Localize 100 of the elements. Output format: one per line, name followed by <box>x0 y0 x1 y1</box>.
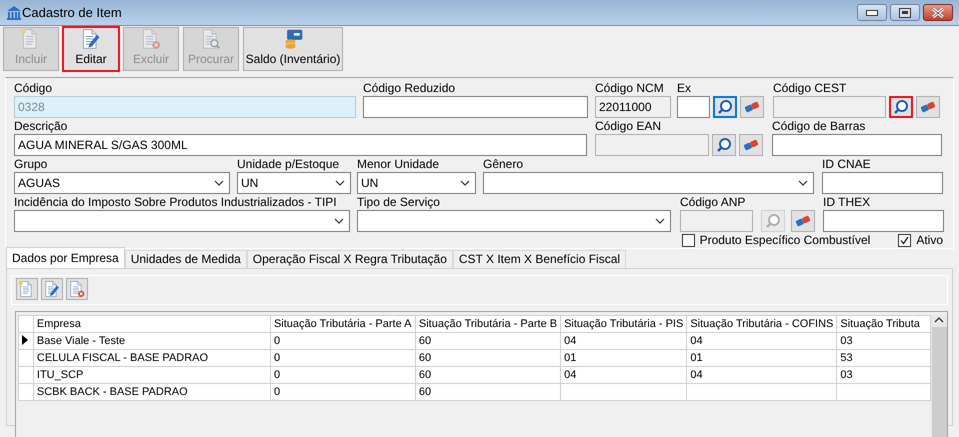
chevron-down-icon <box>214 180 224 186</box>
chevron-up-icon <box>934 315 944 325</box>
table-cell: 0 <box>270 366 416 384</box>
table-cell: 0 <box>270 384 416 400</box>
table-cell: ITU_SCP <box>33 366 270 384</box>
current-row-icon <box>22 334 28 344</box>
chevron-down-icon <box>335 180 345 186</box>
input-field[interactable] <box>772 134 942 156</box>
table-cell: 04 <box>686 332 837 350</box>
eraser-button[interactable] <box>791 210 815 232</box>
close-button[interactable] <box>923 4 953 21</box>
dropdown[interactable] <box>14 210 350 232</box>
checkbox[interactable] <box>898 234 912 246</box>
table-cell: CELULA FISCAL - BASE PADRAO <box>33 350 270 366</box>
input-field[interactable] <box>677 96 710 118</box>
field-label: Código de Barras <box>772 119 866 134</box>
field-label: Código NCM <box>595 81 665 96</box>
field-label: Código Reduzido <box>363 81 456 96</box>
field-label: Código CEST <box>773 81 848 96</box>
search-button[interactable] <box>889 96 913 118</box>
toolbar-button[interactable]: Saldo (Inventário) <box>243 27 343 71</box>
eraser-icon <box>744 99 760 115</box>
search-icon <box>717 99 733 115</box>
chevron-down-icon <box>655 218 665 224</box>
checkbox-label: Produto Específico Combustível <box>700 233 870 247</box>
maximize-icon <box>899 8 911 18</box>
column-header[interactable]: Empresa <box>33 316 270 332</box>
field-label: Grupo <box>14 157 48 172</box>
table-cell: 01 <box>560 350 687 366</box>
field-label: Menor Unidade <box>357 157 440 172</box>
eraser-icon <box>743 137 759 153</box>
document-delete-icon <box>68 280 86 298</box>
eraser-button[interactable] <box>916 96 940 118</box>
field-label: Código EAN <box>595 119 662 134</box>
scrollbar[interactable] <box>931 315 947 437</box>
chevron-down-icon <box>334 218 344 224</box>
field-label: Gênero <box>483 157 524 172</box>
field-label: Código ANP <box>680 195 746 210</box>
maximize-button[interactable] <box>890 4 920 21</box>
field-label: ID THEX <box>823 195 872 210</box>
tab[interactable]: Unidades de Medida <box>124 250 247 268</box>
toolbar-button[interactable] <box>66 278 88 300</box>
field-label: Incidência do Imposto Sobre Produtos Industrializados - TIPI <box>14 195 338 210</box>
toolbar-button[interactable] <box>41 278 63 300</box>
eraser-icon <box>795 213 811 229</box>
dropdown[interactable]: UN <box>237 172 351 194</box>
tab[interactable]: Operação Fiscal X Regra Tributação <box>246 250 453 268</box>
table-cell: 0 <box>270 350 416 366</box>
tab[interactable]: CST X Item X Benefício Fiscal <box>452 250 626 268</box>
search-icon <box>716 137 732 153</box>
field-label: ID CNAE <box>822 157 872 172</box>
toolbar-button[interactable] <box>16 278 38 300</box>
table-cell: 04 <box>560 366 687 384</box>
table-cell: 03 <box>836 366 931 384</box>
input-field[interactable] <box>822 172 943 194</box>
search-button[interactable] <box>712 134 736 156</box>
column-header[interactable]: Situação Tributa <box>836 316 931 332</box>
field-label: Descrição <box>14 119 68 134</box>
column-header[interactable]: Situação Tributária - Parte A <box>270 316 416 332</box>
table-cell: Base Viale - Teste <box>33 332 270 350</box>
table-cell: 60 <box>415 332 561 350</box>
table-cell: 60 <box>415 366 561 384</box>
table-cell: 04 <box>686 366 837 384</box>
table-cell: 03 <box>836 332 931 350</box>
search-icon <box>765 213 781 229</box>
field-label: Tipo de Serviço <box>357 195 441 210</box>
dropdown[interactable] <box>357 210 671 232</box>
column-header[interactable]: Situação Tributária - Parte B <box>415 316 561 332</box>
chevron-down-icon <box>798 180 808 186</box>
dropdown[interactable]: UN <box>357 172 476 194</box>
minimize-icon <box>866 10 878 16</box>
document-pencil-icon <box>43 280 61 298</box>
tab[interactable]: Dados por Empresa <box>6 247 125 268</box>
minimize-button[interactable] <box>857 4 887 21</box>
table-cell: 01 <box>686 350 837 366</box>
column-header[interactable]: Situação Tributária - PIS <box>560 316 687 332</box>
chevron-down-icon <box>460 180 470 186</box>
checkbox[interactable] <box>682 234 695 246</box>
close-icon <box>932 8 944 18</box>
dropdown[interactable]: AGUAS <box>14 172 230 194</box>
field-label: Código <box>14 81 54 96</box>
table-cell: 60 <box>415 350 561 366</box>
dropdown[interactable] <box>483 172 814 194</box>
toolbar-button[interactable]: Editar <box>63 27 119 71</box>
search-icon <box>893 99 909 115</box>
building-icon <box>6 4 22 20</box>
eraser-button[interactable] <box>740 96 764 118</box>
column-header[interactable]: Situação Tributária - COFINS <box>686 316 837 332</box>
input-field[interactable] <box>823 210 944 232</box>
eraser-button[interactable] <box>739 134 763 156</box>
field-label: Ex <box>677 81 692 96</box>
table-cell: 0 <box>270 332 416 350</box>
search-button[interactable] <box>713 96 737 118</box>
field-label: Unidade p/Estoque <box>237 157 340 172</box>
eraser-icon <box>920 99 936 115</box>
input-field[interactable] <box>363 96 588 118</box>
table-cell: SCBK BACK - BASE PADRAO <box>33 384 270 400</box>
input-field[interactable]: AGUA MINERAL S/GAS 300ML <box>14 134 587 156</box>
table-cell: 53 <box>836 350 931 366</box>
window-title: Cadastro de Item <box>22 5 123 20</box>
